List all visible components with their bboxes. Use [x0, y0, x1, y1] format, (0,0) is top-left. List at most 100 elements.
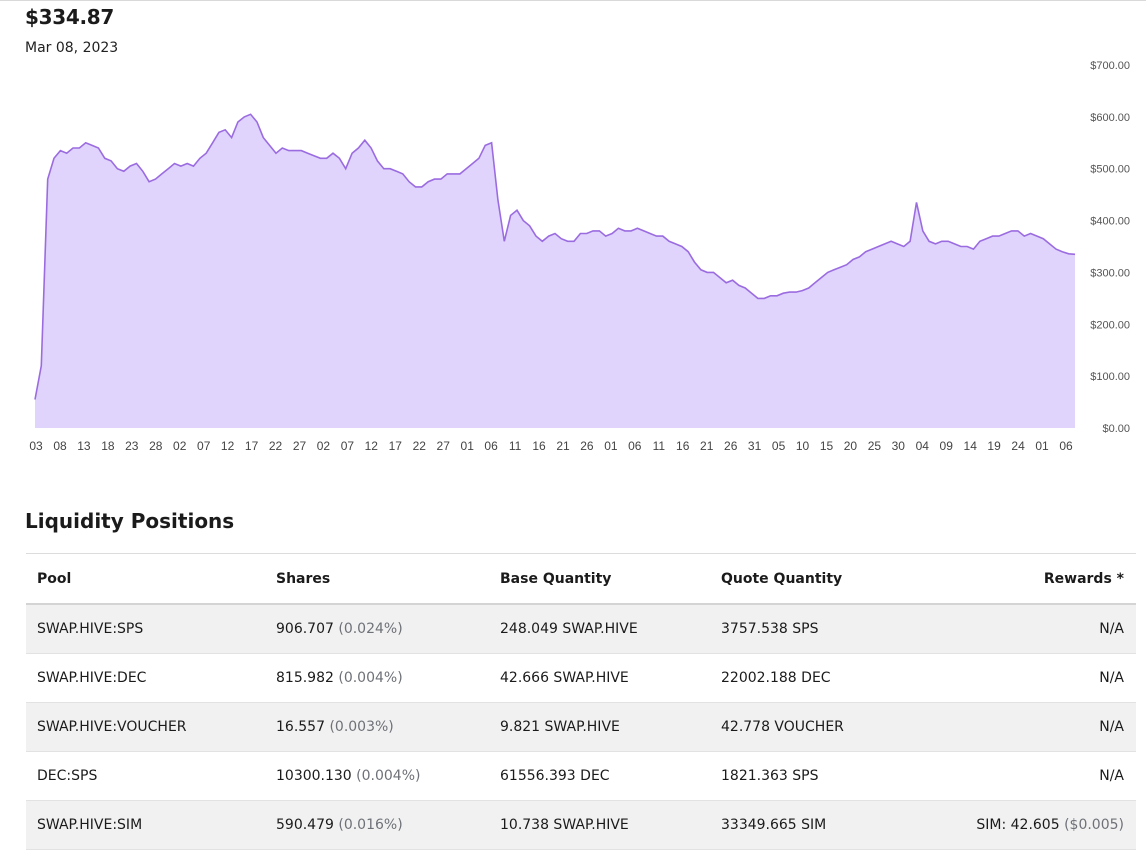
pool-cell: SWAP.HIVE:DEC [26, 653, 265, 703]
column-header-quote-quantity[interactable]: Quote Quantity [710, 553, 941, 605]
rewards-cell: N/A [941, 653, 1136, 703]
rewards-value: N/A [1099, 621, 1124, 637]
x-tick-label: 03 [29, 439, 43, 453]
y-tick-label: $300.00 [1090, 267, 1130, 279]
shares-cell: 16.557 (0.003%) [265, 702, 489, 752]
rewards-usd: ($0.005) [1064, 817, 1124, 833]
pool-cell: SWAP.HIVE:SIM [26, 800, 265, 850]
share-percent: (0.024%) [338, 621, 403, 637]
x-tick-label: 06 [628, 439, 642, 453]
quote-quantity-cell: 42.778 VOUCHER [710, 702, 941, 752]
rewards-cell: N/A [941, 604, 1136, 654]
shares-value: 16.557 [276, 719, 325, 735]
table-row[interactable]: SWAP.HIVE:SPS 906.707 (0.024%) 248.049 SWA… [26, 604, 1136, 654]
x-tick-label: 30 [892, 439, 906, 453]
x-tick-label: 28 [149, 439, 163, 453]
x-tick-label: 16 [676, 439, 690, 453]
x-tick-label: 11 [653, 439, 666, 453]
section-title: Liquidity Positions [25, 509, 235, 533]
x-tick-label: 21 [700, 439, 714, 453]
pool-cell: DEC:SPS [26, 751, 265, 801]
x-tick-label: 26 [580, 439, 594, 453]
x-axis: 03 08 13 18 23 28 02 07 12 17 22 27 02 07 12 17 22 27 01 06… [29, 439, 1073, 453]
x-tick-label: 24 [1011, 439, 1025, 453]
x-tick-label: 22 [413, 439, 427, 453]
x-tick-label: 10 [796, 439, 810, 453]
x-tick-label: 13 [77, 439, 91, 453]
x-tick-label: 04 [916, 439, 930, 453]
x-tick-label: 08 [53, 439, 67, 453]
price-date: Mar 08, 2023 [25, 40, 119, 56]
column-header-rewards[interactable]: Rewards * [941, 553, 1136, 605]
rewards-value: N/A [1099, 670, 1124, 686]
base-quantity-cell: 248.049 SWAP.HIVE [489, 604, 710, 654]
rewards-cell: SIM: 42.605 ($0.005) [941, 800, 1136, 850]
pool-cell: SWAP.HIVE:VOUCHER [26, 702, 265, 752]
x-tick-label: 15 [820, 439, 834, 453]
x-tick-label: 26 [724, 439, 738, 453]
share-percent: (0.003%) [329, 719, 394, 735]
rewards-cell: N/A [941, 751, 1136, 801]
rewards-cell: N/A [941, 702, 1136, 752]
x-tick-label: 25 [868, 439, 882, 453]
base-quantity-cell: 10.738 SWAP.HIVE [489, 800, 710, 850]
table-row[interactable]: SWAP.HIVE:SIM 590.479 (0.016%) 10.738 SWAP… [26, 800, 1136, 850]
shares-value: 590.479 [276, 817, 334, 833]
shares-cell: 906.707 (0.024%) [265, 604, 489, 654]
y-axis: $700.00 $600.00 $500.00 $400.00 $300.00 $200.… [1090, 60, 1130, 435]
rewards-value: SIM: 42.605 [976, 817, 1060, 833]
pool-cell: SWAP.HIVE:SPS [26, 604, 265, 654]
shares-cell: 590.479 (0.016%) [265, 800, 489, 850]
y-tick-label: $700.00 [1090, 60, 1130, 72]
x-tick-label: 01 [461, 439, 475, 453]
shares-value: 815.982 [276, 670, 334, 686]
x-tick-label: 21 [556, 439, 570, 453]
x-tick-label: 07 [197, 439, 211, 453]
table-row[interactable]: SWAP.HIVE:VOUCHER 16.557 (0.003%) 9.821 SW… [26, 702, 1136, 752]
x-tick-label: 06 [484, 439, 498, 453]
x-tick-label: 19 [987, 439, 1001, 453]
rewards-value: N/A [1099, 719, 1124, 735]
x-tick-label: 16 [532, 439, 546, 453]
x-tick-label: 09 [940, 439, 954, 453]
current-price: $334.87 [25, 5, 114, 29]
x-tick-label: 06 [1059, 439, 1073, 453]
y-tick-label: $600.00 [1090, 112, 1130, 124]
quote-quantity-cell: 3757.538 SPS [710, 604, 941, 654]
base-quantity-cell: 9.821 SWAP.HIVE [489, 702, 710, 752]
column-header-base-quantity[interactable]: Base Quantity [489, 553, 710, 605]
x-tick-label: 22 [269, 439, 283, 453]
shares-cell: 10300.130 (0.004%) [265, 751, 489, 801]
shares-value: 10300.130 [276, 768, 352, 784]
x-tick-label: 27 [437, 439, 451, 453]
x-tick-label: 11 [509, 439, 522, 453]
shares-value: 906.707 [276, 621, 334, 637]
x-tick-label: 23 [125, 439, 139, 453]
quote-quantity-cell: 33349.665 SIM [710, 800, 941, 850]
y-tick-label: $400.00 [1090, 216, 1130, 228]
column-header-pool[interactable]: Pool [26, 553, 265, 605]
y-tick-label: $100.00 [1090, 371, 1130, 383]
share-percent: (0.016%) [338, 817, 403, 833]
x-tick-label: 12 [365, 439, 379, 453]
x-tick-label: 17 [389, 439, 403, 453]
table-row[interactable]: SWAP.HIVE:DEC 815.982 (0.004%) 42.666 SWAP… [26, 653, 1136, 703]
x-tick-label: 07 [341, 439, 355, 453]
x-tick-label: 31 [748, 439, 762, 453]
price-chart[interactable]: $700.00 $600.00 $500.00 $400.00 $300.00 $200.… [0, 55, 1146, 460]
table-header-row: Pool Shares Base Quantity Quote Quantity… [26, 553, 1136, 605]
x-tick-label: 12 [221, 439, 235, 453]
column-header-shares[interactable]: Shares [265, 553, 489, 605]
rewards-value: N/A [1099, 768, 1124, 784]
share-percent: (0.004%) [338, 670, 403, 686]
x-tick-label: 01 [1035, 439, 1049, 453]
x-tick-label: 17 [245, 439, 259, 453]
chart-area-fill [35, 114, 1075, 429]
y-tick-label: $0.00 [1102, 423, 1130, 435]
x-tick-label: 18 [101, 439, 115, 453]
share-percent: (0.004%) [356, 768, 421, 784]
base-quantity-cell: 61556.393 DEC [489, 751, 710, 801]
y-tick-label: $200.00 [1090, 319, 1130, 331]
x-tick-label: 01 [604, 439, 618, 453]
table-row[interactable]: DEC:SPS 10300.130 (0.004%) 61556.393 DEC 18… [26, 751, 1136, 801]
